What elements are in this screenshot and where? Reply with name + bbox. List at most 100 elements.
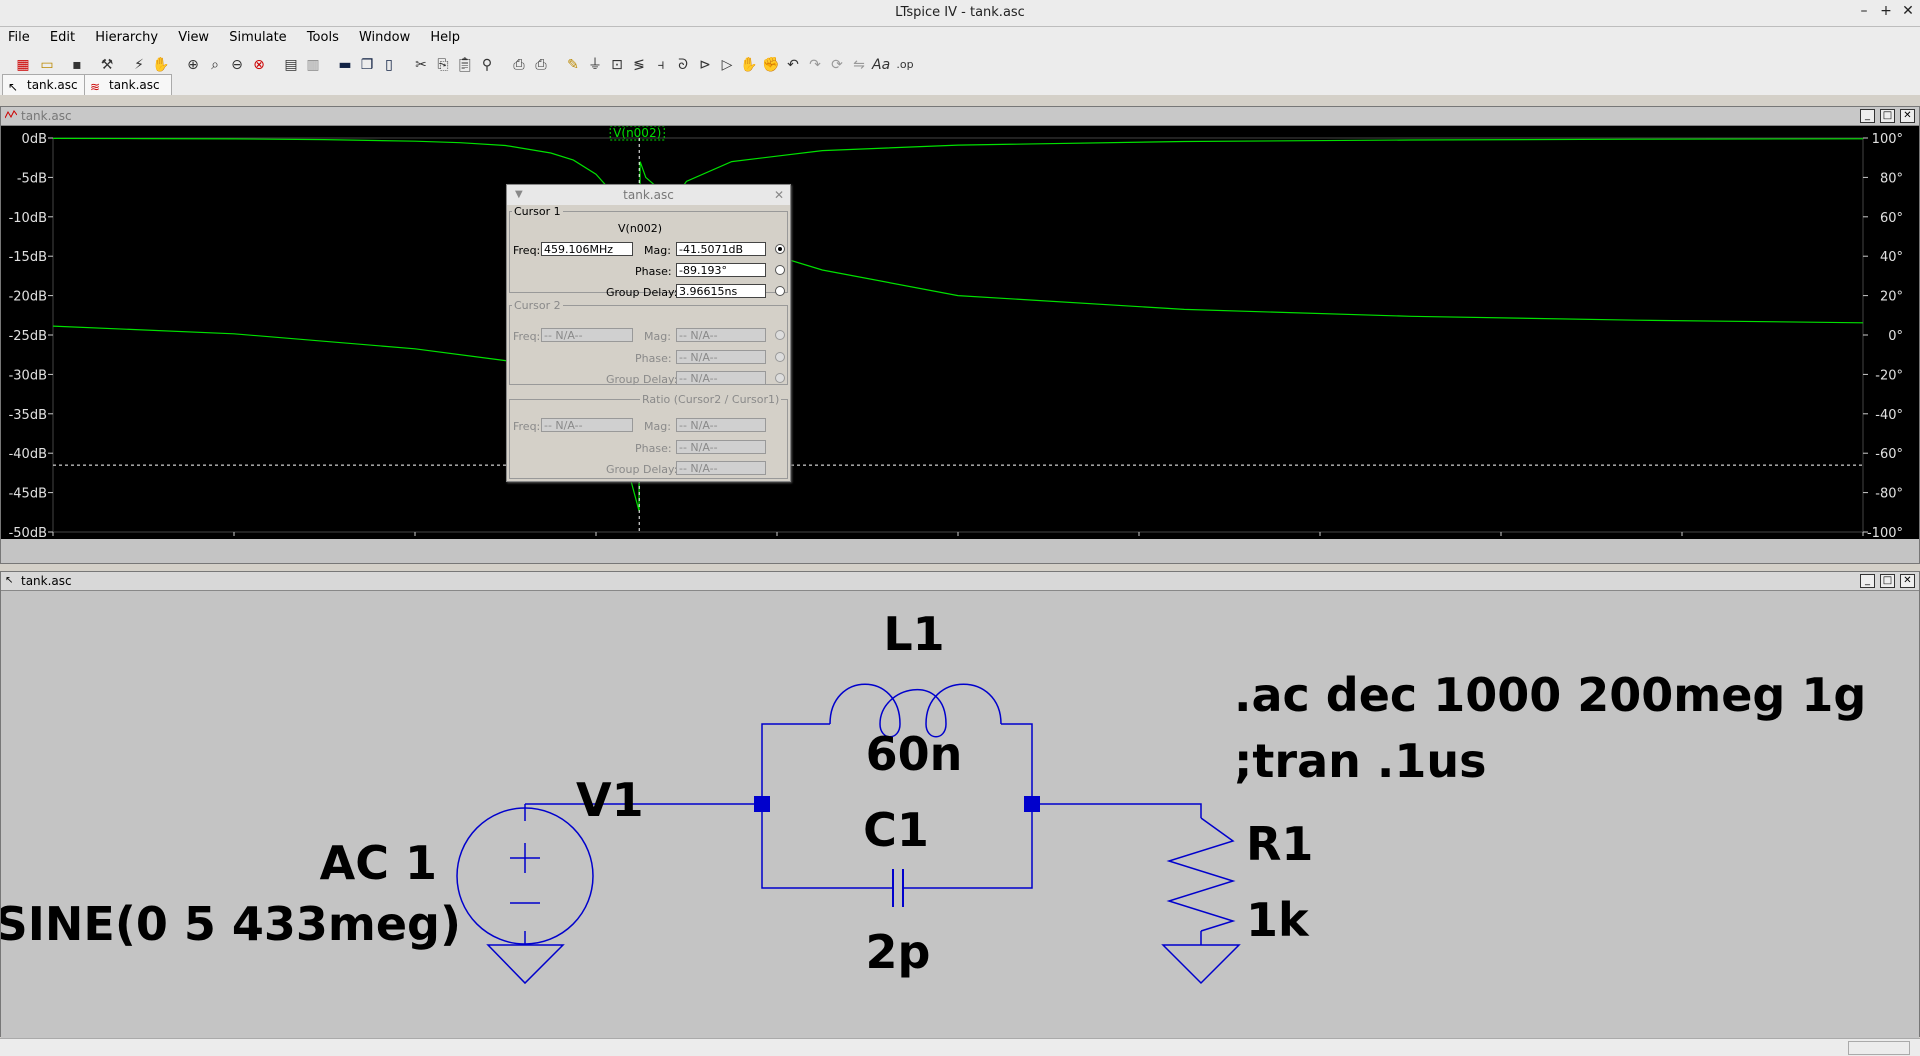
- wire[interactable]: [1032, 803, 1202, 818]
- waveform-chart[interactable]: 0dB -5dB -10dB -15dB -20dB -25dB -30dB -35dB -40…: [1, 125, 1919, 554]
- open-icon[interactable]: ▭: [38, 56, 56, 74]
- menu-hierarchy[interactable]: Hierarchy: [87, 27, 166, 45]
- capacitor-value[interactable]: 2p: [866, 925, 931, 979]
- tab-waveform[interactable]: ≋ tank.asc: [84, 74, 172, 95]
- run-icon[interactable]: ⚡: [130, 56, 148, 74]
- y-tick-label-right: -80°: [1875, 487, 1903, 502]
- capacitor-icon[interactable]: ⫞: [652, 56, 670, 74]
- paste-icon[interactable]: 📋︎: [456, 56, 474, 74]
- minimize-icon[interactable]: _: [1860, 574, 1875, 588]
- menu-help[interactable]: Help: [422, 27, 468, 45]
- y-tick-label-left: -15dB: [9, 250, 47, 265]
- trace-layer: [52, 137, 1864, 532]
- drag-icon[interactable]: ✊: [762, 56, 780, 74]
- tab-schematic[interactable]: ↖ tank.asc: [2, 74, 86, 95]
- source-value-ac[interactable]: AC 1: [320, 836, 437, 890]
- menu-file[interactable]: File: [0, 27, 38, 45]
- voltage-source-V1[interactable]: [456, 807, 594, 945]
- minimize-icon[interactable]: –: [1854, 3, 1874, 19]
- undo-icon[interactable]: ↶: [784, 56, 802, 74]
- copy-icon[interactable]: ⎘: [434, 56, 452, 74]
- source-name[interactable]: V1: [576, 773, 644, 827]
- cursor1-phase-field[interactable]: -89.193°: [676, 263, 766, 277]
- tile-vertical-icon[interactable]: ▯: [380, 56, 398, 74]
- maximize-icon[interactable]: □: [1880, 574, 1895, 588]
- diode-icon[interactable]: ⊳: [696, 56, 714, 74]
- rotate-icon[interactable]: ⟳: [828, 56, 846, 74]
- phase-label: Phase:: [635, 352, 672, 365]
- cut-icon[interactable]: ✂: [412, 56, 430, 74]
- new-schematic-icon[interactable]: ▦: [14, 56, 32, 74]
- status-bar: [0, 1038, 1920, 1056]
- wire[interactable]: [761, 723, 830, 804]
- close-icon[interactable]: ✕: [774, 185, 784, 205]
- ratio-mag-field: -- N/A--: [676, 418, 766, 432]
- autorange-icon[interactable]: ▤: [282, 56, 300, 74]
- cursor1-group-delay-radio[interactable]: [775, 286, 785, 296]
- menu-view[interactable]: View: [170, 27, 217, 45]
- mirror-icon[interactable]: ⇋: [850, 56, 868, 74]
- halt-icon[interactable]: ✋: [152, 56, 170, 74]
- schematic-drawing[interactable]: L1 60n C1 2p R1 1k V1 AC 1 SINE(0 5 433m…: [0, 591, 1919, 1035]
- resistor-name[interactable]: R1: [1246, 817, 1313, 871]
- spice-directive-ac[interactable]: .ac dec 1000 200meg 1g: [1234, 668, 1866, 722]
- maximize-icon[interactable]: +: [1876, 3, 1896, 19]
- menu-edit[interactable]: Edit: [42, 27, 83, 45]
- cursor1-mag-radio[interactable]: [775, 244, 785, 254]
- spice-directive-tran[interactable]: ;tran .1us: [1234, 734, 1486, 788]
- save-icon[interactable]: ▪: [68, 56, 86, 74]
- close-icon[interactable]: ✕: [1898, 3, 1918, 19]
- inductor-icon[interactable]: ᘐ: [674, 56, 692, 74]
- component-icon[interactable]: ▷: [718, 56, 736, 74]
- resistor-value[interactable]: 1k: [1246, 893, 1310, 947]
- source-value-sine[interactable]: SINE(0 5 433meg): [0, 897, 461, 951]
- move-icon[interactable]: ✋: [740, 56, 758, 74]
- zoom-fit-icon[interactable]: ⊗: [250, 56, 268, 74]
- wire-icon[interactable]: ✎: [564, 56, 582, 74]
- label-net-icon[interactable]: ⊡: [608, 56, 626, 74]
- chevron-down-icon[interactable]: ▼: [515, 185, 523, 205]
- grid-icon[interactable]: ▥: [304, 56, 322, 74]
- spice-directive-icon[interactable]: .op: [896, 56, 914, 74]
- cursor2-phase-field: -- N/A--: [676, 350, 766, 364]
- y-tick-label-right: 20°: [1880, 290, 1903, 305]
- cursor1-legend: Cursor 1: [514, 205, 561, 218]
- capacitor-C1[interactable]: [892, 869, 904, 907]
- menu-window[interactable]: Window: [351, 27, 418, 45]
- menu-simulate[interactable]: Simulate: [221, 27, 294, 45]
- print-preview-icon[interactable]: ⎙: [510, 56, 528, 74]
- minimize-icon[interactable]: _: [1860, 109, 1875, 123]
- close-icon[interactable]: ✕: [1900, 574, 1915, 588]
- menu-tools[interactable]: Tools: [299, 27, 347, 45]
- maximize-icon[interactable]: □: [1880, 109, 1895, 123]
- wire[interactable]: [1001, 723, 1033, 804]
- tile-horizontal-icon[interactable]: ▬: [336, 56, 354, 74]
- close-icon[interactable]: ✕: [1900, 109, 1915, 123]
- cascade-icon[interactable]: ❐: [358, 56, 376, 74]
- phase-label: Phase:: [635, 265, 672, 278]
- inductor-value[interactable]: 60n: [866, 727, 963, 781]
- resistor-R1[interactable]: [1166, 817, 1236, 932]
- ground-icon[interactable]: ⏚: [586, 56, 604, 74]
- schematic-canvas[interactable]: L1 60n C1 2p R1 1k V1 AC 1 SINE(0 5 433m…: [0, 591, 1919, 1049]
- waveform-window: tank.asc _ □ ✕ 0dB -5dB -10dB -15dB -20dB -25…: [0, 106, 1920, 564]
- control-panel-icon[interactable]: ⚒: [98, 56, 116, 74]
- inductor-name[interactable]: L1: [883, 607, 944, 661]
- cursor1-phase-radio[interactable]: [775, 265, 785, 275]
- cursor1-group-delay-field[interactable]: 3.96615ns: [676, 284, 766, 298]
- waveform-plot[interactable]: 0dB -5dB -10dB -15dB -20dB -25dB -30dB -35dB -40…: [1, 125, 1919, 554]
- zoom-in-icon[interactable]: ⊕: [184, 56, 202, 74]
- text-icon[interactable]: Aa: [872, 56, 890, 74]
- capacitor-name[interactable]: C1: [863, 803, 929, 857]
- pan-icon[interactable]: ⌕: [206, 56, 224, 74]
- find-icon[interactable]: ⚲: [478, 56, 496, 74]
- zoom-out-icon[interactable]: ⊖: [228, 56, 246, 74]
- trace-label: V(n002): [613, 126, 661, 140]
- y-tick-label-left: 0dB: [22, 132, 47, 147]
- redo-icon[interactable]: ↷: [806, 56, 824, 74]
- cursor1-freq-field[interactable]: 459.106MHz: [541, 242, 633, 256]
- print-icon[interactable]: ⎙: [532, 56, 550, 74]
- cursor1-mag-field[interactable]: -41.5071dB: [676, 242, 766, 256]
- cursor-dialog-titlebar[interactable]: ▼ tank.asc ✕: [507, 185, 790, 205]
- resistor-icon[interactable]: ≶: [630, 56, 648, 74]
